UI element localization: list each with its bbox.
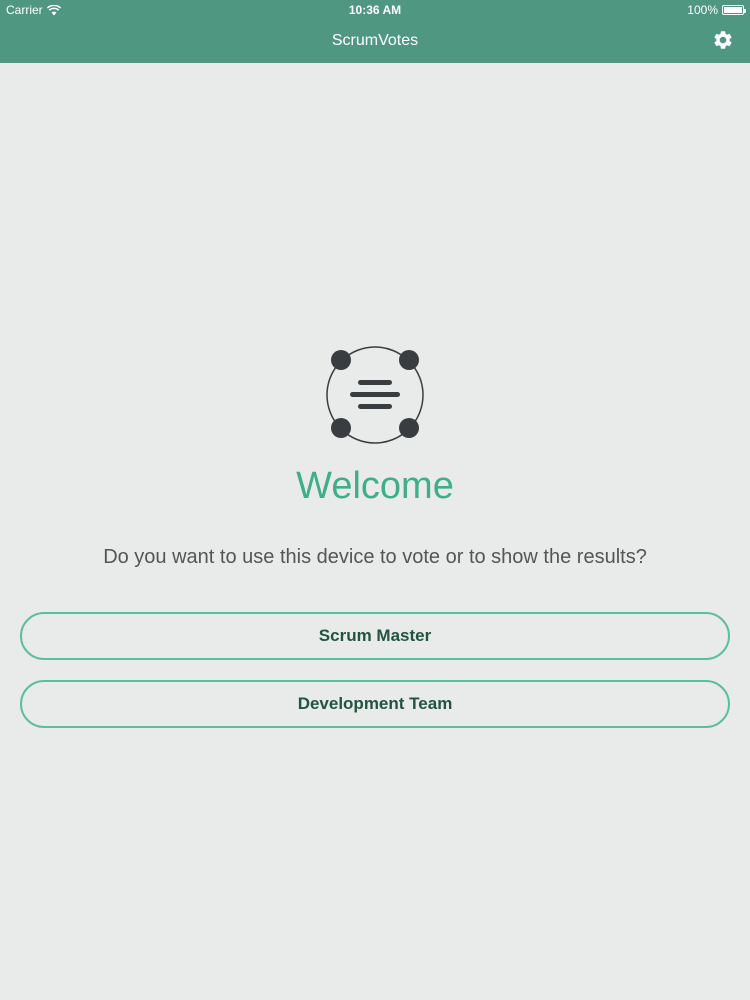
welcome-screen: Carrier 10:36 AM 100% ScrumVotes Welcome… [0, 0, 750, 1000]
status-bar: Carrier 10:36 AM 100% [0, 0, 750, 20]
gear-icon [714, 31, 732, 49]
welcome-heading: Welcome [296, 465, 454, 507]
status-time: 10:36 AM [348, 3, 402, 17]
settings-button[interactable] [712, 29, 734, 51]
battery-percentage: 100% [687, 3, 718, 17]
scrumvotes-logo-icon [326, 346, 424, 444]
battery-icon [722, 5, 746, 15]
role-question: Do you want to use this device to vote o… [103, 546, 647, 568]
battery-indicator: 100% [687, 0, 746, 20]
development-team-button[interactable]: Development Team [20, 680, 730, 728]
navbar-title: ScrumVotes [331, 32, 419, 49]
top-bar: Carrier 10:36 AM 100% ScrumVotes [0, 0, 750, 63]
scrum-master-button[interactable]: Scrum Master [20, 612, 730, 660]
